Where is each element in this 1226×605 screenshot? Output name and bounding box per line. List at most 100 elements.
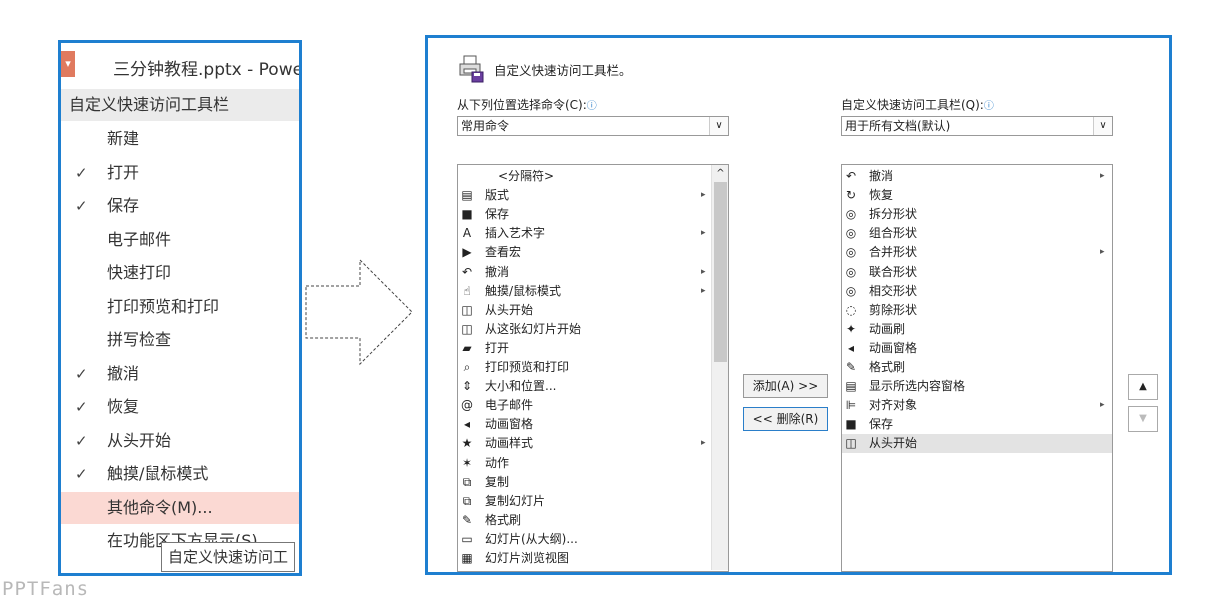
menu-item-label: 触摸/鼠标模式 <box>107 464 209 483</box>
list-item[interactable]: ◫ 从头开始 <box>458 301 710 320</box>
move-down-button[interactable]: ▼ <box>1128 406 1158 432</box>
menu-item[interactable]: ✓ 撤消 <box>61 358 299 390</box>
list-item[interactable]: ⇕ 大小和位置... <box>458 377 710 396</box>
menu-item[interactable]: 拼写检查 <box>61 324 299 356</box>
list-item[interactable]: ⧉ 复制 <box>458 473 710 492</box>
list-item[interactable]: ◎ 合并形状 ▸ <box>842 243 1112 262</box>
title-bar: ▾ 三分钟教程.pptx - Powe <box>61 43 299 89</box>
command-icon: ↶ <box>461 264 473 279</box>
menu-item[interactable]: ✓ 打开 <box>61 157 299 189</box>
command-icon: ■ <box>461 207 473 222</box>
list-item[interactable]: ◎ 联合形状 <box>842 263 1112 282</box>
list-item[interactable]: ↶ 撤消 ▸ <box>458 263 710 282</box>
list-item[interactable]: ☝ 触摸/鼠标模式 ▸ <box>458 282 710 301</box>
menu-item[interactable]: ✓ 保存 <box>61 190 299 222</box>
list-item-label: 从头开始 <box>869 436 918 451</box>
list-item-label: 从这张幻灯片开始 <box>485 321 582 336</box>
command-icon: A <box>462 226 472 241</box>
list-item-label: 保存 <box>869 417 894 432</box>
scroll-up-icon[interactable]: ^ <box>712 165 728 182</box>
list-item-label: 打开 <box>485 340 510 355</box>
list-item[interactable]: ▶ 查看宏 <box>458 243 710 262</box>
list-item-label: 动画样式 <box>485 436 534 451</box>
menu-item[interactable]: ✓ 从头开始 <box>61 425 299 457</box>
list-item-label: 格式刷 <box>485 512 522 527</box>
choose-commands-select[interactable]: 常用命令 ∨ <box>457 116 729 136</box>
checkmark-icon: ✓ <box>75 398 88 416</box>
command-icon: ◫ <box>461 302 473 317</box>
list-item[interactable]: ◫ 从这张幻灯片开始 <box>458 320 710 339</box>
menu-item[interactable]: 快速打印 <box>61 257 299 289</box>
list-item-label: <分隔符> <box>498 169 555 183</box>
submenu-arrow-icon: ▸ <box>701 438 706 449</box>
menu-item-label: 电子邮件 <box>107 229 172 249</box>
list-item[interactable]: ✦ 动画刷 <box>842 320 1112 339</box>
list-item[interactable]: @ 电子邮件 <box>458 396 710 415</box>
list-item-label: 剪除形状 <box>869 302 918 317</box>
list-item-label: 从头开始 <box>485 302 534 317</box>
list-item[interactable]: ↶ 撤消 ▸ <box>842 167 1112 186</box>
list-item[interactable]: ◂ 动画窗格 <box>458 415 710 434</box>
command-icon: ⇕ <box>461 379 473 394</box>
remove-button[interactable]: << 删除(R) <box>743 407 828 431</box>
list-item-label: 查看宏 <box>485 245 522 260</box>
document-scope-select[interactable]: 用于所有文档(默认) ∨ <box>841 116 1113 136</box>
available-commands-list[interactable]: ^ <分隔符> ▤ 版式 ▸ ■ 保存 A 插入艺术字 ▸ ▶ 查看宏 ↶ 撤消 ▸ ☝ 触摸/鼠标模式 ▸ ◫ 从… <box>457 164 729 572</box>
info-icon: ⓘ <box>983 101 994 112</box>
list-item-label: 复制幻灯片 <box>485 493 546 508</box>
menu-item[interactable]: 新建 <box>61 123 299 155</box>
scrollbar[interactable]: ^ <box>711 165 728 570</box>
list-item[interactable]: ◌ 剪除形状 <box>842 301 1112 320</box>
list-item[interactable]: ▭ 幻灯片(从大纲)... <box>458 530 710 549</box>
list-item[interactable]: ⧉ 复制幻灯片 <box>458 492 710 511</box>
list-item-label: 合并形状 <box>869 245 918 260</box>
chevron-down-icon[interactable]: ∨ <box>1093 117 1112 135</box>
menu-item[interactable]: ✓ 恢复 <box>61 391 299 423</box>
list-item-label: 格式刷 <box>869 360 906 374</box>
menu-header: 自定义快速访问工具栏 <box>61 89 299 121</box>
list-item[interactable]: ⌕ 打印预览和打印 <box>458 358 710 377</box>
list-item-label: 动画刷 <box>869 321 906 336</box>
list-item[interactable]: ■ 保存 <box>842 415 1112 434</box>
list-item[interactable]: ✶ 动作 <box>458 454 710 473</box>
add-button[interactable]: 添加(A) >> <box>743 374 828 398</box>
menu-item[interactable]: ✓ 触摸/鼠标模式 <box>61 458 299 490</box>
list-item[interactable]: ◫ 从头开始 <box>842 434 1112 454</box>
list-item[interactable]: ★ 动画样式 ▸ <box>458 434 710 453</box>
list-item[interactable]: ▤ 版式 ▸ <box>458 186 710 205</box>
list-item[interactable]: A 插入艺术字 ▸ <box>458 224 710 243</box>
list-item[interactable]: ✎ 格式刷 <box>458 511 710 530</box>
command-icon: ▦ <box>461 551 473 565</box>
list-item[interactable]: ⊫ 对齐对象 ▸ <box>842 396 1112 415</box>
qat-commands-list[interactable]: ↶ 撤消 ▸ ↻ 恢复 ◎ 拆分形状 ◎ 组合形状 ◎ 合并形状 ▸ ◎ 联合形状 ◎ 相交形状 ◌ 剪除形状 ✦ 动… <box>841 164 1113 572</box>
list-item[interactable]: ◎ 组合形状 <box>842 224 1112 243</box>
qat-customize-button[interactable]: ▾ <box>61 51 75 77</box>
list-item-label: 保存 <box>485 207 510 222</box>
list-item[interactable]: ▰ 打开 <box>458 339 710 358</box>
info-icon: ⓘ <box>586 101 597 112</box>
list-item[interactable]: ▤ 显示所选内容窗格 <box>842 377 1112 396</box>
submenu-arrow-icon: ▸ <box>701 285 706 296</box>
choose-commands-value: 常用命令 <box>461 119 510 133</box>
list-item-label: 相交形状 <box>869 283 918 298</box>
list-item-label: 复制 <box>485 474 510 489</box>
scrollbar-thumb[interactable] <box>714 182 727 362</box>
menu-item[interactable]: 打印预览和打印 <box>61 291 299 323</box>
list-item[interactable]: ◂ 动画窗格 <box>842 339 1112 358</box>
list-item[interactable]: ✎ 格式刷 <box>842 358 1112 377</box>
list-item-label: 电子邮件 <box>485 398 534 413</box>
menu-item[interactable]: 其他命令(M)... <box>61 491 299 524</box>
list-item[interactable]: ↻ 恢复 <box>842 186 1112 205</box>
list-item[interactable]: ▦ 幻灯片浏览视图 <box>458 549 710 568</box>
command-icon: ⊫ <box>845 398 857 413</box>
command-icon: ↶ <box>845 169 857 183</box>
move-up-button[interactable]: ▲ <box>1128 374 1158 400</box>
tooltip: 自定义快速访问工 <box>161 542 296 572</box>
list-item[interactable]: ■ 保存 <box>458 205 710 224</box>
chevron-down-icon[interactable]: ∨ <box>709 117 728 135</box>
list-item[interactable]: ◎ 拆分形状 <box>842 205 1112 224</box>
list-item[interactable]: <分隔符> <box>458 167 710 186</box>
list-item-label: 幻灯片浏览视图 <box>485 551 570 565</box>
list-item[interactable]: ◎ 相交形状 <box>842 282 1112 301</box>
menu-item[interactable]: 电子邮件 <box>61 224 299 256</box>
